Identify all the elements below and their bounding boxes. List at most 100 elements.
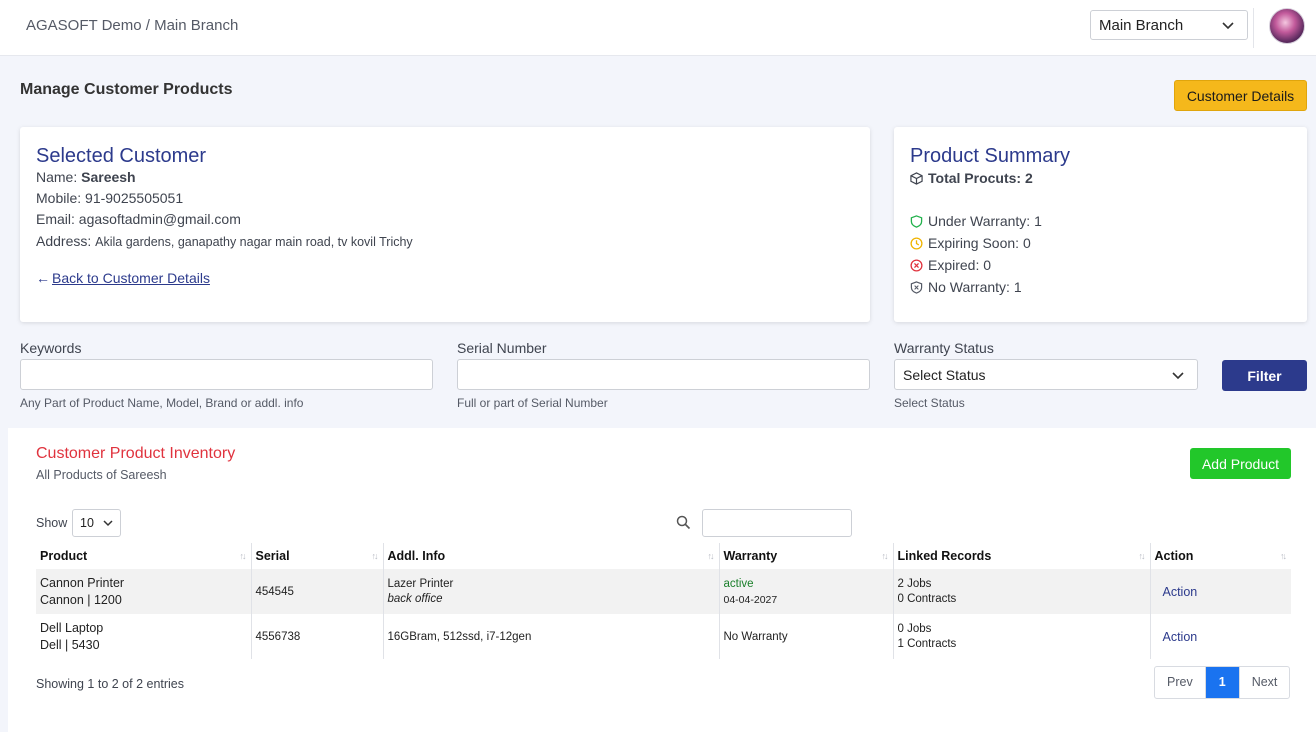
cell-linked-records: 2 Jobs 0 Contracts: [892, 569, 1150, 614]
show-label: Show: [36, 516, 68, 530]
page-length-value: 10: [80, 516, 94, 530]
clock-icon: [910, 236, 923, 250]
avatar[interactable]: [1269, 8, 1305, 44]
cell-warranty: No Warranty: [718, 614, 893, 659]
row-action-button[interactable]: Action: [1149, 569, 1291, 614]
summary-expiring-soon: Expiring Soon: 0: [910, 235, 1031, 251]
sort-icon: ↑↓: [239, 551, 247, 561]
product-name: Cannon Printer: [40, 576, 125, 590]
inventory-subtitle: All Products of Sareesh: [36, 468, 167, 482]
chevron-down-icon: [103, 520, 113, 527]
customer-mobile-label: Mobile:: [36, 190, 82, 206]
customer-address: Akila gardens, ganapathy nagar main road…: [95, 235, 413, 249]
shield-icon: [910, 214, 923, 228]
branch-select-value: Main Branch: [1099, 17, 1184, 34]
cell-linked-records: 0 Jobs 1 Contracts: [892, 614, 1150, 659]
inventory-title: Customer Product Inventory: [36, 445, 236, 462]
sort-icon: ↑↓: [881, 551, 889, 561]
expiring-soon-text: Expiring Soon: 0: [928, 235, 1031, 251]
cell-addl-info: 16GBram, 512ssd, i7-12gen: [382, 614, 719, 659]
search-icon: [676, 515, 691, 530]
pagination: Prev 1 Next: [1154, 666, 1291, 699]
summary-expired: Expired: 0: [910, 257, 991, 273]
summary-under-warranty: Under Warranty: 1: [910, 213, 1042, 229]
col-warranty[interactable]: Warranty ↑↓: [718, 543, 893, 569]
pagination-page-1[interactable]: 1: [1205, 667, 1239, 698]
table-row: Cannon Printer Cannon | 1200 454545 Laze…: [36, 569, 1291, 614]
chevron-down-icon: [1222, 22, 1234, 30]
cell-serial: 454545: [250, 569, 383, 614]
col-addl-info[interactable]: Addl. Info ↑↓: [382, 543, 719, 569]
cell-serial: 4556738: [250, 614, 383, 659]
serial-input[interactable]: [457, 359, 870, 390]
pagination-prev[interactable]: Prev: [1155, 667, 1206, 698]
serial-label: Serial Number: [457, 340, 547, 356]
table-search-input[interactable]: [702, 509, 852, 537]
col-action-label: Action: [1154, 549, 1194, 563]
customer-email: agasoftadmin@gmail.com: [78, 211, 241, 227]
breadcrumb[interactable]: AGASOFT Demo / Main Branch: [26, 17, 238, 34]
warranty-status: No Warranty: [723, 630, 788, 643]
customer-name-label: Name:: [36, 169, 78, 185]
info-main: 16GBram, 512ssd, i7-12gen: [387, 630, 532, 643]
product-summary-heading: Product Summary: [910, 145, 1071, 167]
product-model: Dell | 5430: [40, 638, 100, 652]
expired-text: Expired: 0: [928, 257, 992, 273]
customer-name: Sareesh: [81, 169, 136, 185]
cell-addl-info: Lazer Printer back office: [382, 569, 719, 614]
warranty-status-value: Select Status: [903, 367, 986, 383]
linked-contracts: 1 Contracts: [897, 638, 957, 650]
chevron-down-icon: [1172, 372, 1184, 380]
sort-icon: ↑↓: [707, 551, 715, 561]
product-table: Product ↑↓ Serial ↑↓ Addl. Info ↑↓ Warranty…: [36, 543, 1291, 659]
box-icon: [910, 171, 923, 185]
linked-contracts: 0 Contracts: [897, 593, 957, 605]
add-product-button[interactable]: Add Product: [1190, 448, 1291, 479]
pagination-next[interactable]: Next: [1238, 667, 1290, 698]
col-serial-label: Serial: [255, 549, 290, 563]
summary-total-text: Total Procuts: 2: [928, 170, 1033, 186]
shield-off-icon: [910, 280, 923, 294]
info-sub: back office: [387, 593, 443, 605]
filter-button[interactable]: Filter: [1222, 360, 1307, 391]
col-warranty-label: Warranty: [723, 549, 778, 563]
table-row: Dell Laptop Dell | 5430 4556738 16GBram,…: [36, 614, 1291, 659]
product-summary-card: Product Summary Total Procuts: 2 Under W…: [894, 127, 1307, 322]
page-length-select[interactable]: 10: [72, 509, 121, 537]
warranty-status-select[interactable]: Select Status: [894, 359, 1198, 390]
sort-icon: ↑↓: [371, 551, 379, 561]
warranty-status-help: Select Status: [894, 396, 965, 410]
warranty-date: 04-04-2027: [723, 593, 778, 606]
summary-no-warranty: No Warranty: 1: [910, 279, 1022, 295]
warranty-status: active: [723, 577, 754, 590]
col-serial[interactable]: Serial ↑↓: [250, 543, 383, 569]
sort-icon: ↑↓: [1138, 551, 1146, 561]
col-addl-info-label: Addl. Info: [387, 549, 446, 563]
cell-product: Cannon Printer Cannon | 1200: [36, 569, 251, 614]
row-action-button[interactable]: Action: [1149, 614, 1291, 659]
back-to-customer-link[interactable]: ← Back to Customer Details: [36, 270, 210, 286]
linked-jobs: 2 Jobs: [897, 578, 932, 590]
sort-icon: ↑↓: [1280, 551, 1287, 561]
inventory-panel: Customer Product Inventory All Products …: [8, 428, 1316, 732]
product-name: Dell Laptop: [40, 621, 104, 635]
col-product[interactable]: Product ↑↓: [36, 543, 251, 569]
cell-product: Dell Laptop Dell | 5430: [36, 614, 251, 659]
keywords-input[interactable]: [20, 359, 433, 390]
product-model: Cannon | 1200: [40, 593, 122, 607]
customer-mobile: 91-9025505051: [85, 190, 184, 206]
customer-mobile-line: Mobile: 91-9025505051: [36, 190, 183, 206]
branch-select[interactable]: Main Branch: [1090, 10, 1248, 40]
arrow-left-icon: ←: [36, 270, 50, 286]
customer-details-button[interactable]: Customer Details: [1174, 80, 1307, 111]
keywords-label: Keywords: [20, 340, 82, 356]
selected-customer-card: Selected Customer Name: Sareesh Mobile: …: [20, 127, 870, 322]
col-linked-records[interactable]: Linked Records ↑↓: [892, 543, 1150, 569]
top-bar: AGASOFT Demo / Main Branch Main Branch: [0, 0, 1316, 56]
page-title: Manage Customer Products: [20, 81, 233, 98]
keywords-help: Any Part of Product Name, Model, Brand o…: [20, 396, 304, 410]
back-link-label: Back to Customer Details: [52, 270, 210, 286]
col-product-label: Product: [40, 549, 88, 563]
col-action[interactable]: Action ↑↓: [1149, 543, 1291, 569]
entries-info: Showing 1 to 2 of 2 entries: [36, 677, 185, 691]
